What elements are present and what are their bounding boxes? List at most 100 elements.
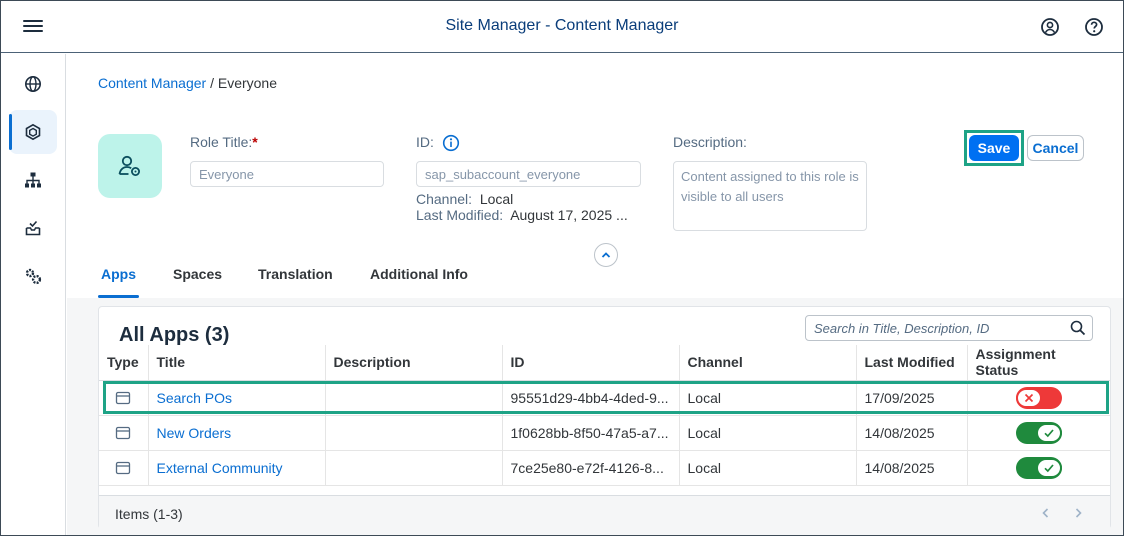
shell-bar: Site Manager - Content Manager [1, 1, 1123, 53]
table-row[interactable]: Search POs 95551d29-4bb4-4ded-9... Local… [99, 380, 1110, 416]
description-cell [325, 450, 503, 486]
app-window: Site Manager - Content Manager Content M… [0, 0, 1124, 536]
column-header[interactable]: Title [148, 345, 326, 381]
channel-meta: Channel: Local [416, 191, 513, 207]
app-tile-icon [116, 426, 131, 439]
help-icon[interactable] [1083, 16, 1105, 38]
app-title: Site Manager - Content Manager [445, 17, 679, 34]
column-header[interactable]: Type [99, 345, 149, 381]
role-title-label: Role Title:* [190, 134, 258, 150]
save-button[interactable]: Save [969, 135, 1019, 161]
settings-icon [25, 268, 42, 285]
side-navigation [1, 54, 66, 535]
role-avatar [98, 134, 162, 198]
table-row[interactable]: External Community 7ce25e80-e72f-4126-8.… [99, 450, 1110, 486]
tab-spaces[interactable]: Spaces [173, 266, 222, 282]
breadcrumb: Content Manager / Everyone [98, 75, 277, 91]
user-settings-icon [118, 155, 140, 176]
nav-content-manager[interactable] [9, 110, 57, 154]
modified-cell: 14/08/2025 [856, 415, 968, 451]
channel-cell: Local [679, 415, 857, 451]
app-title-link[interactable]: Search POs [148, 380, 326, 416]
role-header: Content Manager / Everyone Role Title:* … [67, 54, 1123, 298]
search-input[interactable]: Search in Title, Description, ID [805, 315, 1093, 341]
collapse-header-button[interactable] [594, 243, 618, 267]
modified-cell: 14/08/2025 [856, 450, 968, 486]
check-icon [1044, 428, 1054, 437]
id-label: ID: [416, 134, 460, 152]
role-title-label-text: Role Title: [190, 134, 253, 150]
switch-knob [1015, 387, 1042, 408]
modified-label: Last Modified: [416, 207, 504, 223]
column-header[interactable]: Assignment Status [967, 345, 1110, 381]
table-header-row: Type Title Description ID Channel Last M… [99, 345, 1110, 381]
items-count: Items (1-3) [115, 506, 183, 522]
channel-label: Channel: [416, 191, 473, 207]
channel-cell: Local [679, 450, 857, 486]
search-placeholder: Search in Title, Description, ID [814, 321, 990, 336]
type-cell [99, 380, 149, 416]
chevron-left-icon[interactable] [1039, 506, 1053, 520]
column-header[interactable]: ID [502, 345, 680, 381]
status-cell [967, 380, 1110, 416]
description-cell [325, 415, 503, 451]
app-title-link[interactable]: New Orders [148, 415, 326, 451]
chevron-right-icon[interactable] [1071, 506, 1085, 520]
modified-meta: Last Modified: August 17, 2025 ... [416, 207, 628, 223]
id-input[interactable]: sap_subaccount_everyone [416, 161, 641, 187]
breadcrumb-separator: / [206, 75, 218, 91]
id-cell: 95551d29-4bb4-4ded-9... [502, 380, 680, 416]
description-label: Description: [673, 134, 747, 150]
app-tile-icon [116, 391, 131, 404]
description-textarea[interactable]: Content assigned to this role is visible… [673, 161, 867, 231]
required-mark: * [252, 134, 258, 150]
status-cell [967, 415, 1110, 451]
status-cell [967, 450, 1110, 486]
breadcrumb-link[interactable]: Content Manager [98, 75, 206, 91]
switch-knob [1035, 457, 1062, 478]
column-header[interactable]: Description [325, 345, 503, 381]
tab-translation[interactable]: Translation [258, 266, 333, 282]
table-row[interactable]: New Orders 1f0628bb-8f50-47a5-a7... Loca… [99, 415, 1110, 451]
assignment-switch[interactable] [1015, 421, 1062, 444]
role-title-input[interactable]: Everyone [190, 161, 384, 187]
app-tile-icon [116, 461, 131, 474]
search-icon[interactable] [1070, 320, 1086, 336]
check-icon [1044, 463, 1054, 472]
nav-inbox[interactable] [9, 206, 57, 250]
tab-apps[interactable]: Apps [98, 266, 139, 298]
tab-additional-info[interactable]: Additional Info [370, 266, 468, 282]
id-label-text: ID: [416, 134, 434, 150]
globe-icon [25, 76, 41, 92]
cancel-button[interactable]: Cancel [1027, 135, 1084, 161]
type-cell [99, 450, 149, 486]
breadcrumb-current: Everyone [217, 75, 278, 91]
content-icon [25, 123, 41, 141]
apps-table: Type Title Description ID Channel Last M… [99, 345, 1110, 486]
info-icon[interactable] [442, 134, 460, 152]
table-footer: Items (1-3) [99, 495, 1110, 529]
nav-structure[interactable] [9, 158, 57, 202]
switch-knob [1035, 422, 1062, 443]
inbox-icon [25, 220, 41, 236]
apps-panel: All Apps (3) Search in Title, Descriptio… [98, 306, 1111, 529]
column-header[interactable]: Last Modified [856, 345, 968, 381]
channel-cell: Local [679, 380, 857, 416]
app-title-link[interactable]: External Community [148, 450, 326, 486]
assignment-switch[interactable] [1015, 456, 1062, 479]
channel-value: Local [479, 191, 514, 207]
hierarchy-icon [25, 172, 41, 188]
apps-content: All Apps (3) Search in Title, Descriptio… [67, 298, 1123, 535]
chevron-up-icon [601, 252, 611, 258]
user-icon[interactable] [1039, 16, 1061, 38]
apps-title: All Apps (3) [119, 324, 230, 346]
description-cell [325, 380, 503, 416]
column-header[interactable]: Channel [679, 345, 857, 381]
assignment-switch[interactable] [1015, 386, 1062, 409]
nav-sites[interactable] [9, 62, 57, 106]
modified-value: August 17, 2025 ... [510, 207, 628, 223]
type-cell [99, 415, 149, 451]
id-cell: 7ce25e80-e72f-4126-8... [502, 450, 680, 486]
nav-settings[interactable] [9, 254, 57, 298]
modified-cell: 17/09/2025 [856, 380, 968, 416]
